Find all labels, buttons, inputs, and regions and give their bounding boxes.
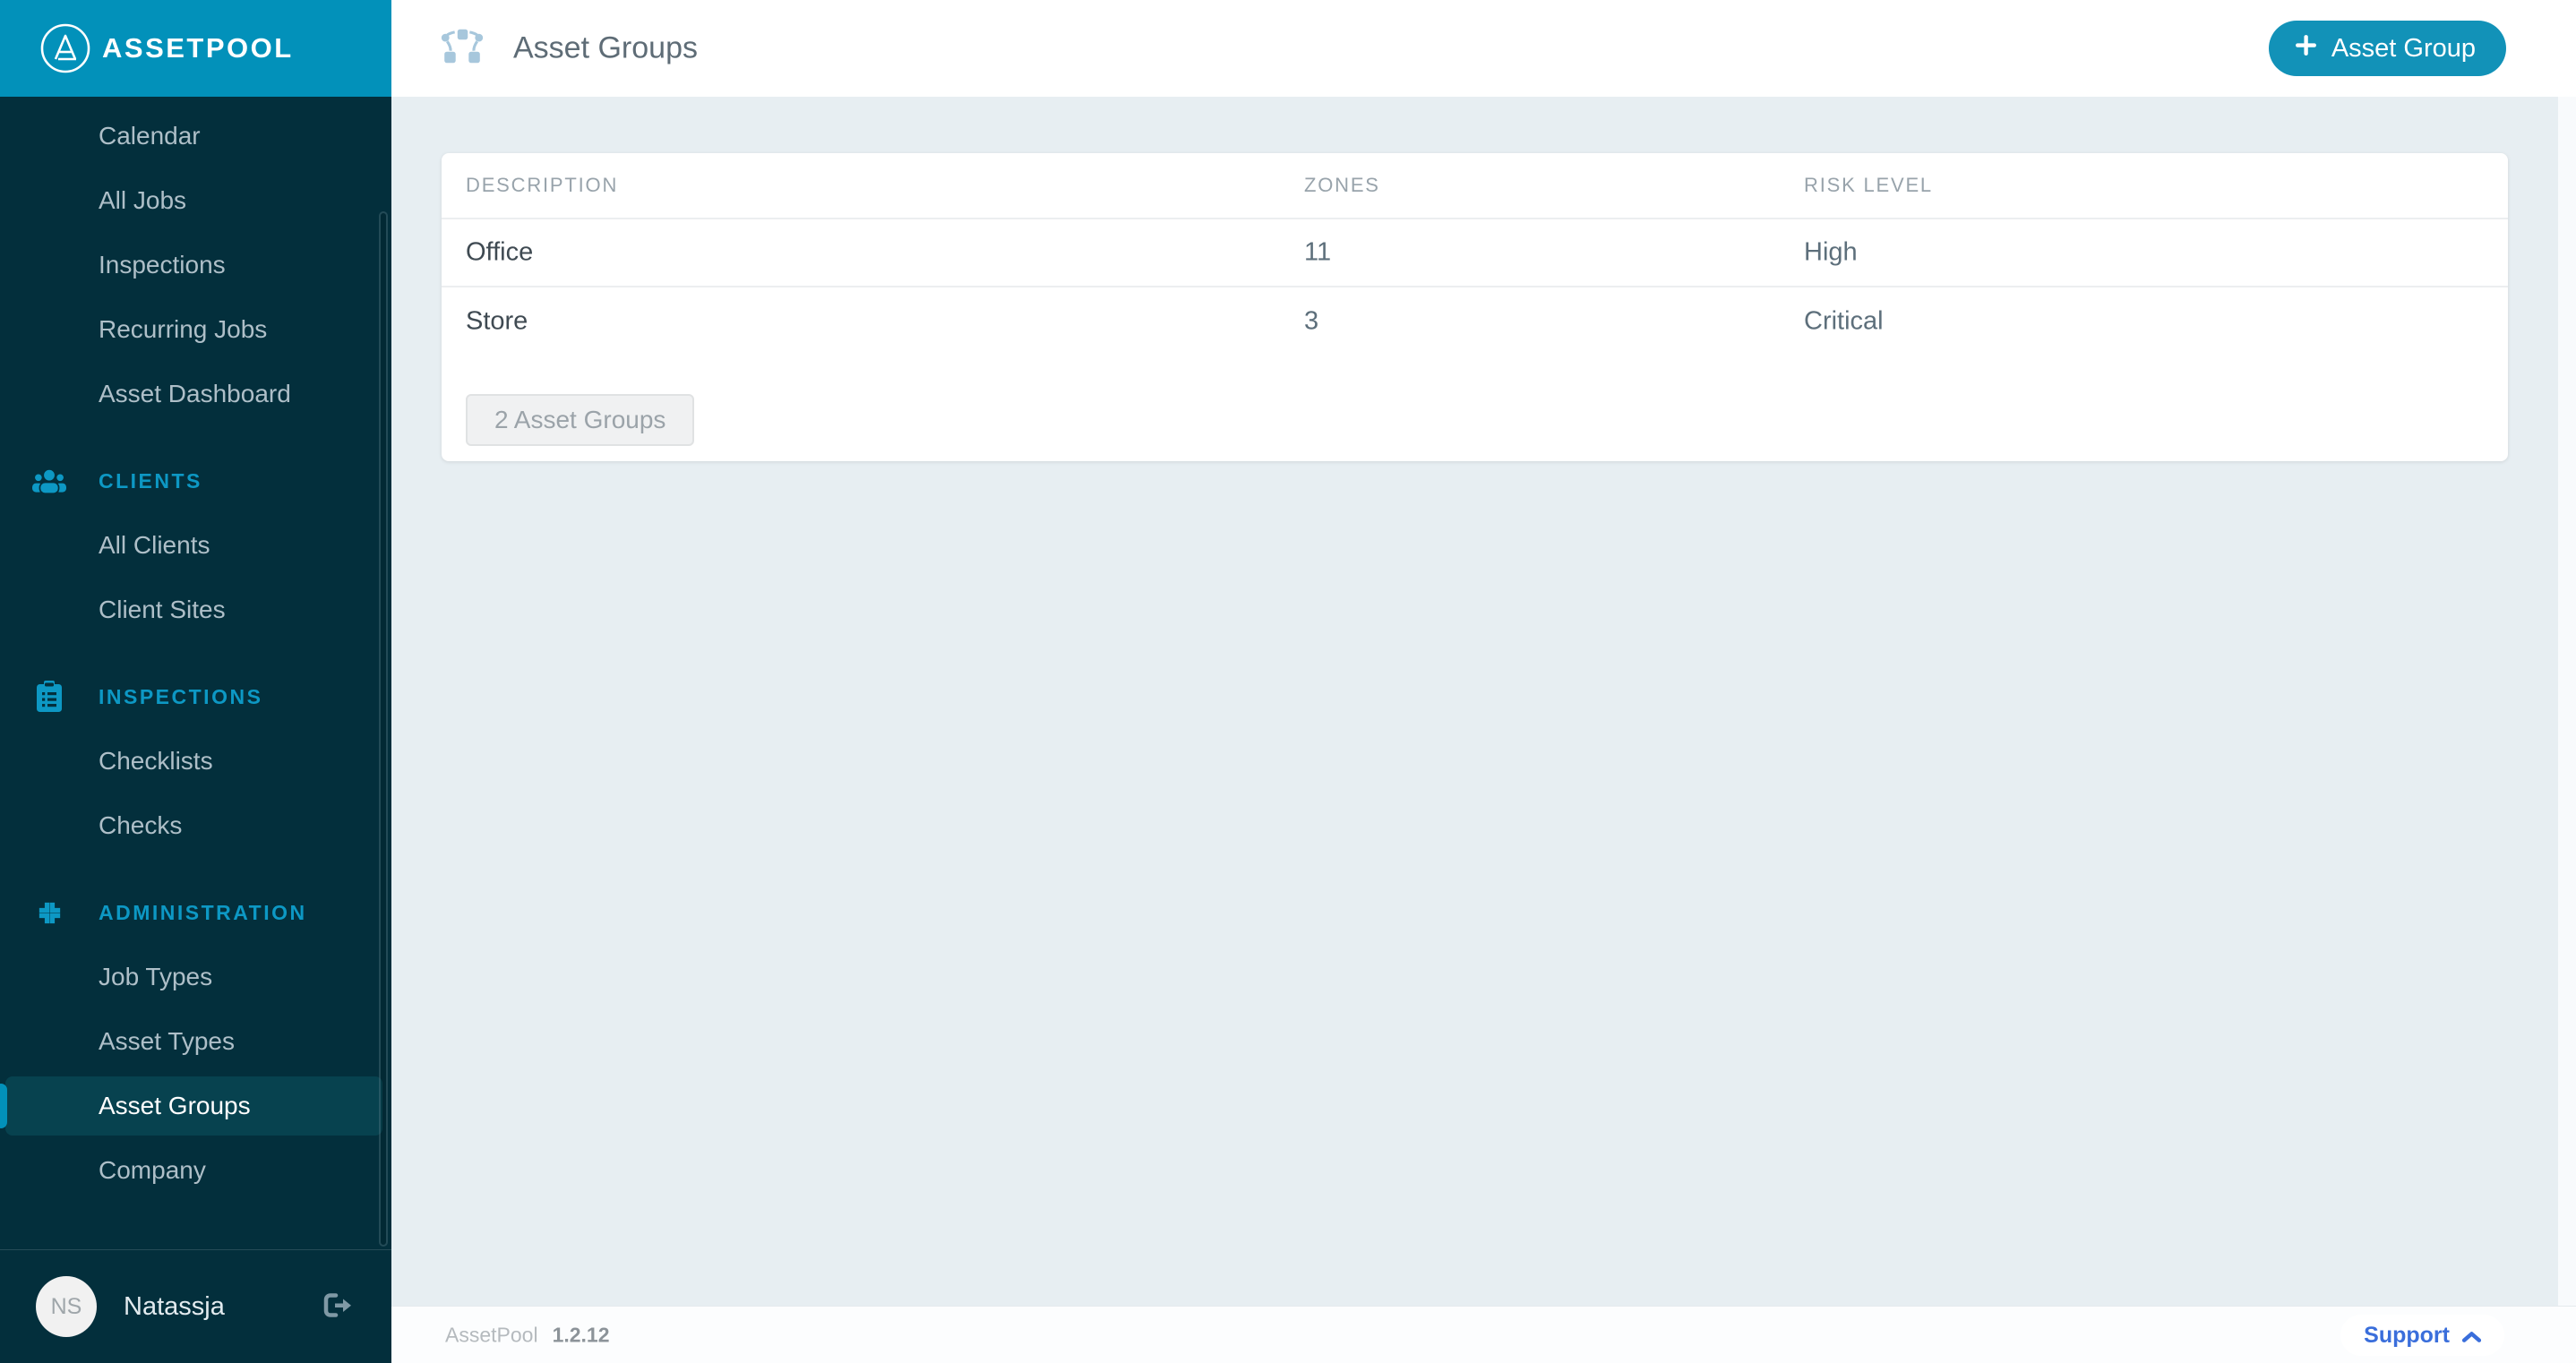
cell-description: Store: [466, 307, 528, 337]
sidebar-item-inspections[interactable]: Inspections: [0, 233, 391, 297]
content-area: DESCRIPTION ZONES RISK LEVEL Office 11 H…: [391, 97, 2576, 1306]
sidebar-item-client-sites[interactable]: Client Sites: [0, 578, 391, 642]
clipboard-icon: [0, 681, 99, 713]
table-header-row: DESCRIPTION ZONES RISK LEVEL: [442, 153, 2508, 219]
sidebar: ASSETPOOL Calendar All Jobs Inspections …: [0, 0, 391, 1363]
table-row[interactable]: Office 11 High: [442, 219, 2508, 287]
column-header-description[interactable]: DESCRIPTION: [466, 174, 618, 197]
cell-description: Office: [466, 238, 533, 268]
footer-version-info: AssetPool 1.2.12: [445, 1323, 610, 1347]
sidebar-item-company[interactable]: Company: [0, 1138, 391, 1203]
sidebar-item-asset-types[interactable]: Asset Types: [0, 1009, 391, 1074]
sidebar-scrollbar[interactable]: [379, 211, 388, 1247]
section-label-administration: ADMINISTRATION: [99, 901, 307, 925]
page-header: Asset Groups Asset Group: [391, 0, 2576, 97]
section-label-clients: CLIENTS: [99, 469, 202, 493]
sidebar-item-calendar[interactable]: Calendar: [0, 104, 391, 168]
cell-zones: 11: [1304, 238, 1331, 268]
cell-zones: 3: [1304, 307, 1318, 337]
footer-version: 1.2.12: [553, 1323, 610, 1347]
footer: AssetPool 1.2.12 Support: [391, 1306, 2576, 1363]
asset-groups-diagram-icon: [440, 29, 485, 69]
asset-groups-count-badge: 2 Asset Groups: [466, 394, 694, 446]
table-row[interactable]: Store 3 Critical: [442, 287, 2508, 356]
sidebar-nav: Calendar All Jobs Inspections Recurring …: [0, 97, 391, 1203]
logo-bar: ASSETPOOL: [0, 0, 391, 97]
add-button-label: Asset Group: [2331, 34, 2476, 64]
logout-button[interactable]: [323, 1292, 352, 1322]
support-button-label: Support: [2364, 1323, 2450, 1349]
compress-icon: [0, 897, 99, 929]
sidebar-item-all-jobs[interactable]: All Jobs: [0, 168, 391, 233]
plus-icon: [2294, 33, 2318, 64]
cell-risk-level: High: [1804, 238, 1858, 268]
section-label-inspections: INSPECTIONS: [99, 685, 262, 709]
sidebar-item-asset-groups[interactable]: Asset Groups: [5, 1076, 382, 1136]
nav-group-clients: CLIENTS All Clients Client Sites: [0, 449, 391, 642]
page-title: Asset Groups: [513, 31, 698, 66]
sidebar-item-asset-dashboard[interactable]: Asset Dashboard: [0, 362, 391, 426]
nav-group-administration: ADMINISTRATION Job Types Asset Types Ass…: [0, 880, 391, 1203]
support-button[interactable]: Support: [2340, 1315, 2504, 1356]
sidebar-item-all-clients[interactable]: All Clients: [0, 513, 391, 578]
user-area: NS Natassja: [0, 1249, 391, 1363]
avatar[interactable]: NS: [36, 1276, 97, 1337]
add-asset-group-button[interactable]: Asset Group: [2269, 21, 2506, 76]
sidebar-section-clients: CLIENTS: [0, 449, 391, 513]
assetpool-logo-icon: [39, 22, 91, 74]
logo-text: ASSETPOOL: [102, 32, 294, 64]
sidebar-item-checklists[interactable]: Checklists: [0, 729, 391, 793]
user-name: Natassja: [124, 1292, 225, 1322]
avatar-initials: NS: [51, 1294, 82, 1320]
sidebar-section-administration: ADMINISTRATION: [0, 880, 391, 945]
sidebar-item-checks[interactable]: Checks: [0, 793, 391, 858]
main-scrollbar[interactable]: [2558, 97, 2576, 1306]
sidebar-item-job-types[interactable]: Job Types: [0, 945, 391, 1009]
asset-groups-card: DESCRIPTION ZONES RISK LEVEL Office 11 H…: [442, 153, 2508, 461]
users-icon: [0, 468, 99, 494]
sidebar-item-recurring-jobs[interactable]: Recurring Jobs: [0, 297, 391, 362]
nav-group-inspections: INSPECTIONS Checklists Checks: [0, 664, 391, 858]
footer-app-name: AssetPool: [445, 1323, 538, 1347]
column-header-risk-level[interactable]: RISK LEVEL: [1804, 174, 1933, 197]
nav-group-jobs: Calendar All Jobs Inspections Recurring …: [0, 104, 391, 426]
chevron-up-icon: [2462, 1323, 2481, 1349]
sidebar-section-inspections: INSPECTIONS: [0, 664, 391, 729]
sign-out-icon: [323, 1308, 352, 1322]
column-header-zones[interactable]: ZONES: [1304, 174, 1380, 197]
cell-risk-level: Critical: [1804, 307, 1884, 337]
